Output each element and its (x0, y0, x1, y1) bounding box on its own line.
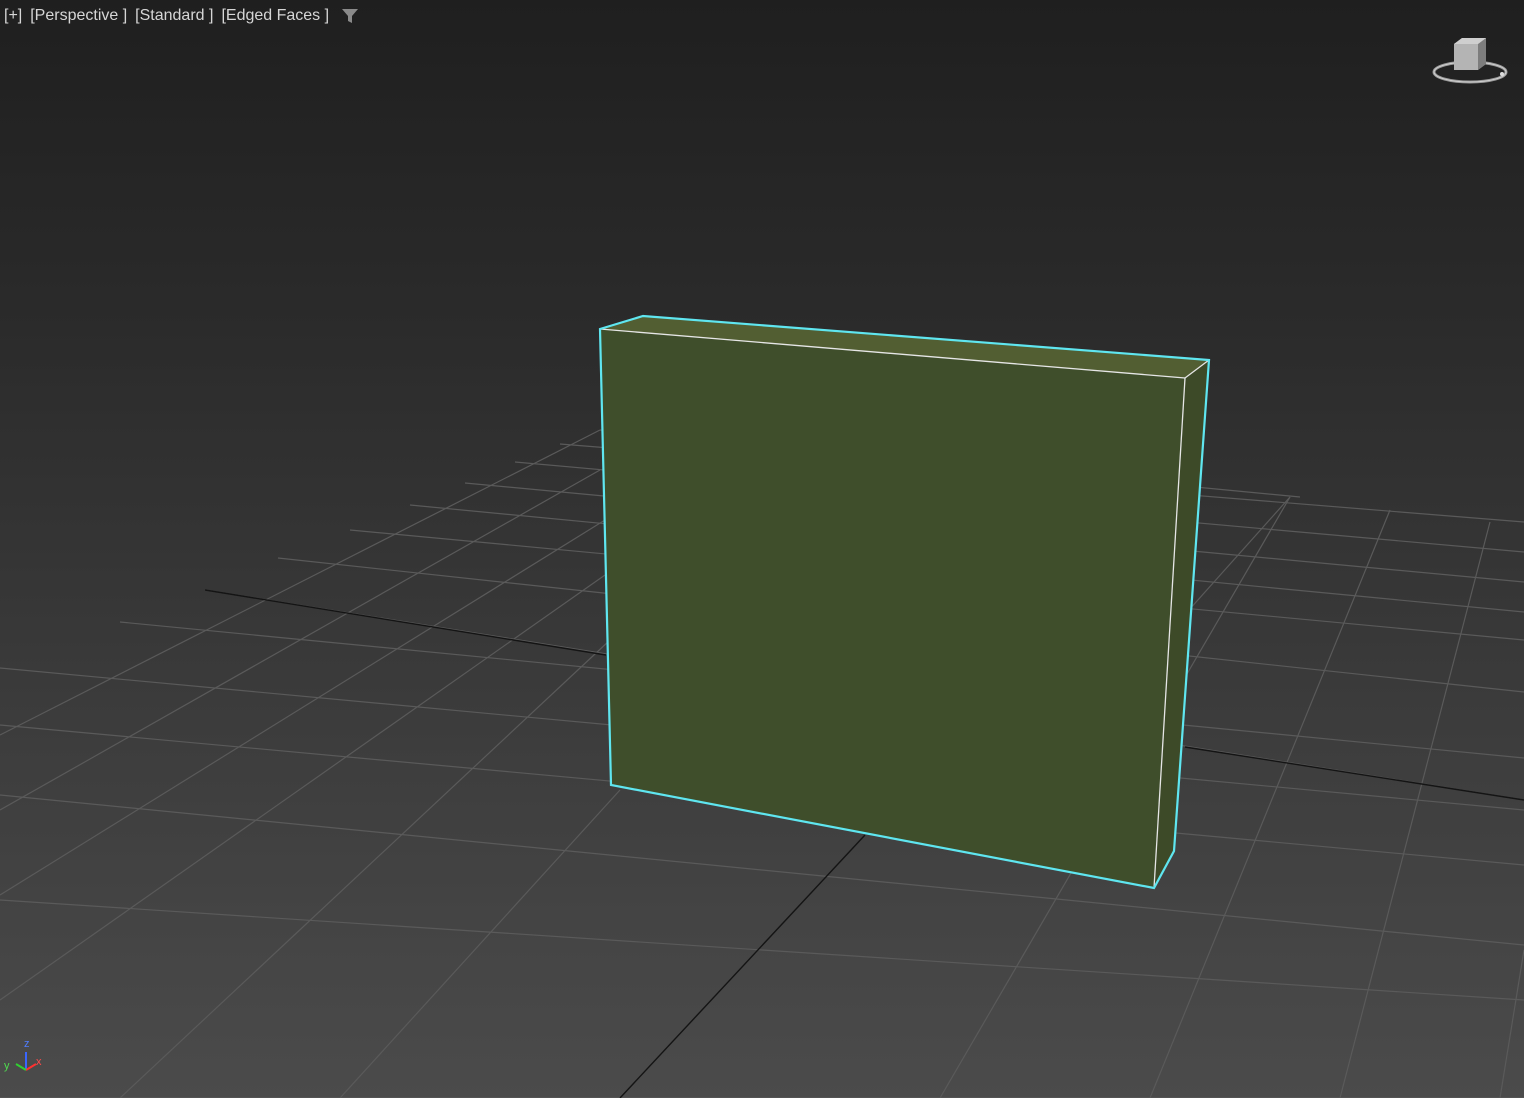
scene-canvas[interactable] (0, 0, 1524, 1098)
grid-line (0, 899, 1524, 1001)
viewport-label-menu: [+] [Perspective ] [Standard ] [Edged Fa… (4, 6, 359, 26)
y-axis (15, 1063, 27, 1071)
grid-line (119, 639, 611, 1098)
viewport-point-of-view-menu[interactable]: [Perspective ] (30, 7, 127, 25)
z-axis-label: z (24, 1038, 30, 1050)
viewport-shading-menu[interactable]: [Standard ] (135, 7, 213, 25)
viewport-display-menu[interactable]: [Edged Faces ] (221, 7, 329, 25)
grid-line (1339, 521, 1491, 1098)
viewport-general-menu[interactable]: [+] (4, 7, 22, 25)
y-axis-label: y (4, 1060, 10, 1072)
axis-tripod: z y x (0, 1034, 50, 1078)
funnel-icon[interactable] (341, 7, 359, 25)
grid-line (0, 519, 606, 896)
box-object[interactable] (598, 314, 1211, 890)
grid-axis-line-x (1184, 746, 1524, 801)
grid-axis-line-x (204, 589, 607, 656)
grid-line (339, 789, 621, 1098)
viewcube-icon[interactable] (1430, 34, 1510, 90)
perspective-viewport[interactable]: [+] [Perspective ] [Standard ] [Edged Fa… (0, 0, 1524, 1098)
grid-axis-line-y (619, 834, 866, 1098)
x-axis (25, 1063, 37, 1071)
grid-line (0, 794, 1524, 946)
grid-line (1499, 949, 1524, 1098)
x-axis-label: x (36, 1056, 42, 1068)
box-front-face (600, 329, 1185, 888)
